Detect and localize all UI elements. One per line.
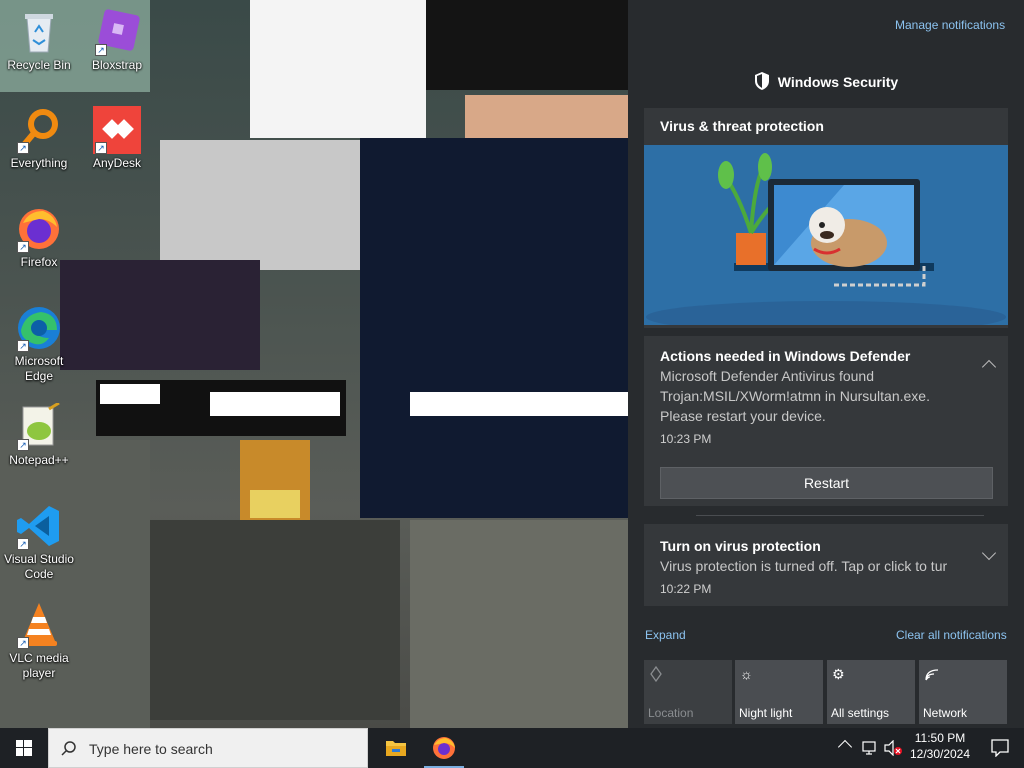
quick-action-label: Network xyxy=(923,706,968,720)
settings-gear-icon: ⚙ xyxy=(832,666,845,682)
vlc-icon: ↗ xyxy=(15,601,63,649)
collapse-chevron-icon[interactable] xyxy=(981,359,997,375)
clear-all-notifications-link[interactable]: Clear all notifications xyxy=(896,628,1007,642)
expand-quick-actions-link[interactable]: Expand xyxy=(645,628,686,642)
recycle-bin-icon xyxy=(15,8,63,56)
desktop-icon-label: Visual Studio Code xyxy=(4,552,74,581)
notifications-icon xyxy=(991,739,1009,762)
firefox-icon: ↗ xyxy=(15,205,63,253)
notification-title: Turn on virus protection xyxy=(660,538,821,554)
everything-search-icon: ↗ xyxy=(15,106,63,154)
manage-notifications-link[interactable]: Manage notifications xyxy=(895,18,1005,32)
expand-chevron-icon[interactable] xyxy=(981,545,997,561)
taskbar-app-file-explorer[interactable] xyxy=(376,728,416,768)
quick-action-all-settings[interactable]: ⚙ All settings xyxy=(827,660,915,724)
network-icon xyxy=(924,666,940,685)
show-hidden-icons-chevron[interactable] xyxy=(837,739,853,755)
desktop-icon-anydesk[interactable]: ↗ AnyDesk xyxy=(79,106,155,171)
clock-time: 11:50 PM xyxy=(914,731,966,745)
quick-action-label: Location xyxy=(648,706,694,720)
notification-divider xyxy=(696,515,984,516)
desktop-icon-recycle-bin[interactable]: Recycle Bin xyxy=(1,8,77,73)
firefox-icon xyxy=(432,736,456,765)
desktop-icon-notepad-plus-plus[interactable]: ↗ Notepad++ xyxy=(1,401,77,468)
notification-app-title: Windows Security xyxy=(777,74,899,90)
desktop-icon-vscode[interactable]: ↗ Visual Studio Code xyxy=(1,502,77,582)
notification-title: Actions needed in Windows Defender xyxy=(660,348,911,364)
notification-body: Virus protection is turned off. Tap or c… xyxy=(660,558,948,574)
action-center-button[interactable] xyxy=(976,728,1024,768)
start-button[interactable] xyxy=(0,728,48,768)
search-placeholder: Type here to search xyxy=(89,741,213,757)
shield-icon xyxy=(754,72,770,93)
taskbar-app-firefox[interactable] xyxy=(424,728,464,768)
virus-threat-title: Virus & threat protection xyxy=(660,118,824,134)
quick-action-label: All settings xyxy=(831,706,890,720)
notification-time: 10:22 PM xyxy=(660,582,712,596)
network-status-icon[interactable] xyxy=(862,740,878,761)
night-light-icon: ☼ xyxy=(740,666,753,682)
notepad-plus-plus-icon: ↗ xyxy=(15,401,63,451)
desktop-icon-bloxstrap[interactable]: ↗ Bloxstrap xyxy=(79,8,155,73)
notification-card[interactable]: Turn on virus protection Virus protectio… xyxy=(644,524,1008,606)
windows-logo-icon xyxy=(16,740,32,761)
anydesk-icon: ↗ xyxy=(93,106,141,154)
volume-muted-icon[interactable] xyxy=(884,739,902,761)
quick-action-location[interactable]: Location xyxy=(644,660,732,724)
notification-group-header: Windows Security xyxy=(628,72,1024,93)
edge-icon: ↗ xyxy=(15,304,63,352)
taskbar: Type here to search 11:50 PM 12/30/2024 xyxy=(0,728,1024,768)
vscode-icon: ↗ xyxy=(15,502,63,550)
notification-time: 10:23 PM xyxy=(660,432,712,446)
desktop-icon-label: Firefox xyxy=(20,255,58,269)
desktop-icon-label: Recycle Bin xyxy=(7,58,71,72)
desktop-icon-label: Bloxstrap xyxy=(91,58,143,72)
clock-date: 12/30/2024 xyxy=(909,747,971,761)
security-illustration xyxy=(644,145,1008,333)
notification-body: Microsoft Defender Antivirus found Troja… xyxy=(660,368,930,424)
quick-action-network[interactable]: Network xyxy=(919,660,1007,724)
quick-action-night-light[interactable]: ☼ Night light xyxy=(735,660,823,724)
file-explorer-icon xyxy=(385,738,407,763)
desktop-icon-label: VLC media player xyxy=(9,651,69,680)
desktop-icon-firefox[interactable]: ↗ Firefox xyxy=(1,205,77,270)
system-clock[interactable]: 11:50 PM 12/30/2024 xyxy=(906,731,974,767)
desktop-icon-label: Microsoft Edge xyxy=(14,354,64,383)
desktop-icon-edge[interactable]: ↗ Microsoft Edge xyxy=(1,304,77,384)
desktop-icon-label: Notepad++ xyxy=(9,453,69,467)
desktop-icon-everything[interactable]: ↗ Everything xyxy=(1,106,77,171)
restart-button[interactable]: Restart xyxy=(660,467,993,499)
quick-action-label: Night light xyxy=(739,706,793,720)
desktop-icon-vlc[interactable]: ↗ VLC media player xyxy=(1,601,77,681)
action-center-panel: Manage notifications Windows Security Vi… xyxy=(628,0,1024,728)
bloxstrap-icon: ↗ xyxy=(93,8,141,56)
notification-card[interactable]: Actions needed in Windows Defender Micro… xyxy=(644,336,1008,506)
search-icon xyxy=(61,740,77,761)
desktop-icon-label: Everything xyxy=(10,156,68,170)
taskbar-search-box[interactable]: Type here to search xyxy=(48,728,368,768)
virus-threat-card[interactable]: Virus & threat protection xyxy=(644,108,1008,333)
desktop-icon-label: AnyDesk xyxy=(92,156,142,170)
location-icon xyxy=(649,665,663,685)
